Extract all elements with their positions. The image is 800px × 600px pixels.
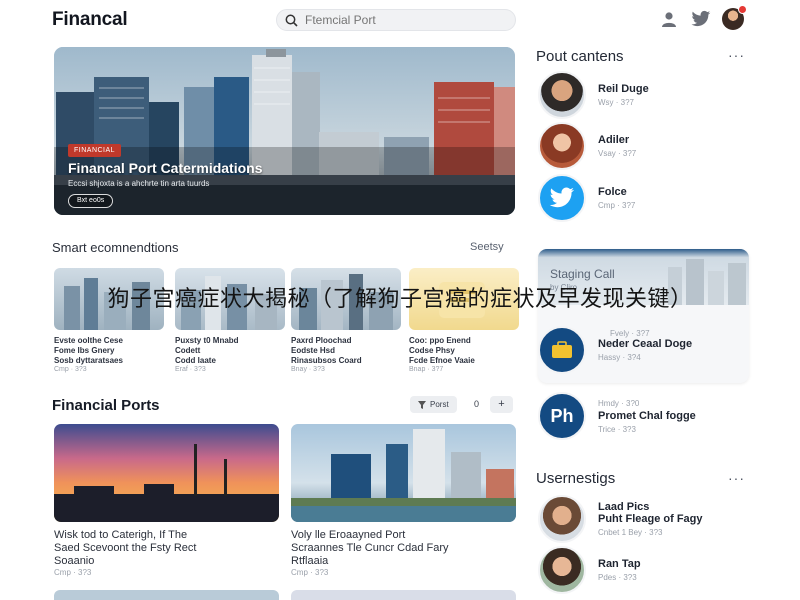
recommendation-thumbnail[interactable]	[291, 268, 401, 330]
list-item[interactable]: Reil Duge Wsy · 3?7	[538, 71, 750, 119]
app-brand: Financal	[52, 9, 128, 30]
hero-subtitle: Eccsi shjoxta is a ahchrte tin arta tuur…	[68, 179, 210, 188]
list-item[interactable]: Ran Tap Pdes · 3?3	[538, 546, 750, 594]
ports-count: 0	[474, 399, 480, 409]
ph-logo-icon: Ph	[538, 392, 586, 440]
port-card-text: Wisk tod to Caterigh, If The Saed Scevoo…	[54, 529, 197, 567]
list-item-meta: Hmdy · 3?0	[598, 398, 640, 408]
recommendation-meta: Cmp · 3?3	[54, 366, 87, 373]
list-item-name: Laad Pics Puht Fleage of Fagy	[598, 501, 703, 525]
city-skyline-image	[54, 47, 515, 215]
recommendation-text: Puxsty t0 Mnabd Codett Codd Iaate	[175, 336, 239, 365]
list-item[interactable]: Laad Pics Puht Fleage of Fagy Cnbet 1 Be…	[538, 495, 750, 543]
more-options-icon[interactable]: ···	[728, 47, 745, 63]
recommendation-meta: Bnay · 3?3	[291, 366, 325, 373]
list-item-meta: Hassy · 3?4	[598, 353, 641, 362]
list-item[interactable]: Ph Hmdy · 3?0 Promet Chal fogge Trice · …	[538, 392, 750, 440]
port-card-image-sunset[interactable]	[54, 424, 279, 522]
recommendation-text: Evste oolthe Cese Fome Ibs Gnery Sosb dy…	[54, 336, 123, 365]
port-card-meta: Cmp · 3?3	[54, 568, 92, 577]
briefcase-icon	[538, 326, 586, 374]
ports-filter-label: Porst	[430, 400, 449, 409]
list-item[interactable]: Neder Ceaal Doge Hassy · 3?4	[538, 326, 750, 374]
avatar	[538, 71, 586, 119]
list-item-name: Ran Tap	[598, 558, 641, 570]
port-card-peek[interactable]	[54, 590, 279, 600]
avatar	[538, 546, 586, 594]
recommendation-thumbnail[interactable]	[409, 268, 519, 330]
staging-subtitle: by Cliro	[550, 283, 578, 292]
avatar[interactable]	[722, 5, 747, 30]
search-icon	[285, 14, 298, 27]
list-item-name: Neder Ceaal Doge	[598, 338, 693, 350]
more-options-icon[interactable]: ···	[728, 470, 745, 486]
recommendation-text: Coo: ppo Enend Codse Phsy Fcde Efnoe Vaa…	[409, 336, 475, 365]
see-all-link[interactable]: Seetsy	[470, 241, 504, 253]
users-section-title: Usernestigs	[536, 470, 616, 487]
recommendation-text: Paxrd Ploochad Eodste Hsd Rinasubsos Coa…	[291, 336, 362, 365]
recommendation-meta: Eraf · 3?3	[175, 366, 206, 373]
recommendation-thumbnail[interactable]	[54, 268, 164, 330]
list-item[interactable]: Folce Cmp · 3?7	[538, 174, 750, 222]
hero-card[interactable]: FINANCIAL Financal Port Catermidations E…	[54, 47, 515, 215]
recommendation-meta: Bnap · 3?7	[409, 366, 444, 373]
list-item-meta: Pdes · 3?3	[598, 573, 637, 582]
avatar	[538, 495, 586, 543]
financial-ports-title: Financial Ports	[52, 397, 160, 414]
filter-icon	[418, 400, 426, 409]
hero-category-badge: FINANCIAL	[68, 144, 122, 157]
user-icon[interactable]	[658, 8, 680, 30]
list-item-name: Folce	[598, 186, 627, 198]
search-bar[interactable]	[276, 9, 516, 31]
list-item-name: Reil Duge	[598, 83, 649, 95]
port-card-meta: Cmp · 3?3	[291, 568, 329, 577]
hero-headline: Financal Port Catermidations	[68, 160, 263, 176]
list-item-meta: Trice · 3?3	[598, 424, 636, 434]
twitter-icon[interactable]	[690, 8, 712, 30]
notification-badge	[738, 5, 747, 14]
list-item-name: Promet Chal fogge	[598, 409, 696, 422]
list-item-meta: Vsay · 3?7	[598, 149, 637, 158]
hero-cta-button[interactable]: Bxt eo0s	[68, 194, 114, 208]
post-contents-title: Pout cantens	[536, 48, 624, 65]
list-item-name: Adiler	[598, 134, 630, 146]
list-item-meta: Cnbet 1 Bey · 3?3	[598, 528, 663, 537]
recommendation-thumbnail[interactable]	[175, 268, 285, 330]
add-port-button[interactable]: +	[490, 396, 513, 413]
list-item[interactable]: Adiler Vsay · 3?7	[538, 122, 750, 170]
search-input[interactable]	[305, 13, 495, 27]
port-card-text: Voly lle Eroaayned Port Scraannes Tle Cu…	[291, 529, 449, 567]
smart-recommendations-title: Smart ecomnendtions	[52, 240, 179, 255]
avatar	[538, 122, 586, 170]
ports-filter-button[interactable]: Porst	[410, 396, 457, 413]
staging-title: Staging Call	[550, 267, 615, 281]
list-item-meta: Cmp · 3?7	[598, 201, 636, 210]
port-card-image-harbor[interactable]	[291, 424, 516, 522]
port-card-peek[interactable]	[291, 590, 516, 600]
list-item-meta: Wsy · 3?7	[598, 98, 635, 107]
twitter-icon	[538, 174, 586, 222]
